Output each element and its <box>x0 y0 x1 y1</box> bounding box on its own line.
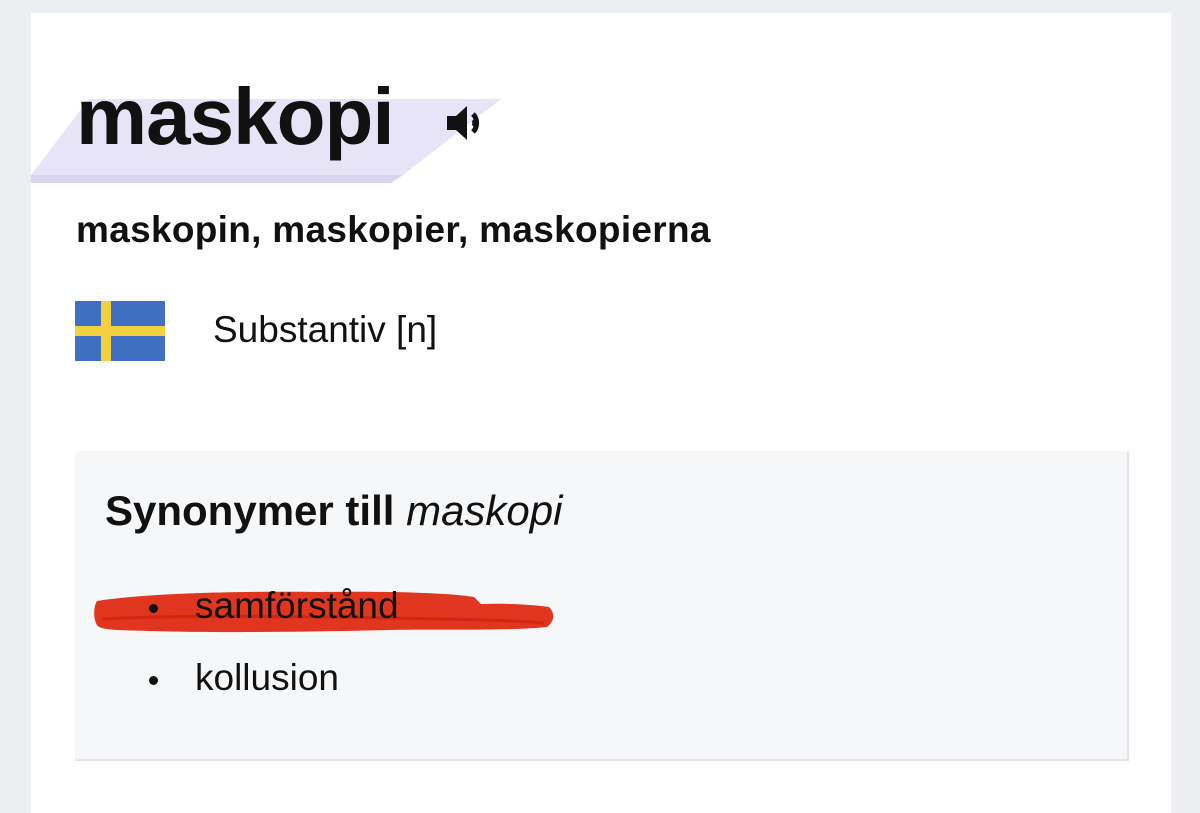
headword-row: maskopi <box>31 73 551 183</box>
synonyms-title: Synonymer till maskopi <box>105 487 562 535</box>
part-of-speech: Substantiv [n] <box>213 309 438 350</box>
list-bullet <box>149 604 158 613</box>
synonyms-title-word: maskopi <box>406 487 563 534</box>
synonyms-title-prefix: Synonymer till <box>105 487 395 534</box>
synonym-link[interactable]: samförstånd <box>195 585 399 627</box>
synonym-link[interactable]: kollusion <box>195 657 339 699</box>
speaker-icon[interactable] <box>443 103 499 143</box>
inflected-forms: maskopin, maskopier, maskopierna <box>76 209 711 250</box>
swedish-flag-icon <box>75 301 165 361</box>
dictionary-entry-card: maskopi maskopin, maskopier, maskopierna… <box>31 13 1171 813</box>
list-bullet <box>149 676 158 685</box>
synonyms-panel: Synonymer till maskopi samförstånd kollu… <box>75 451 1129 761</box>
headword: maskopi <box>76 72 395 161</box>
